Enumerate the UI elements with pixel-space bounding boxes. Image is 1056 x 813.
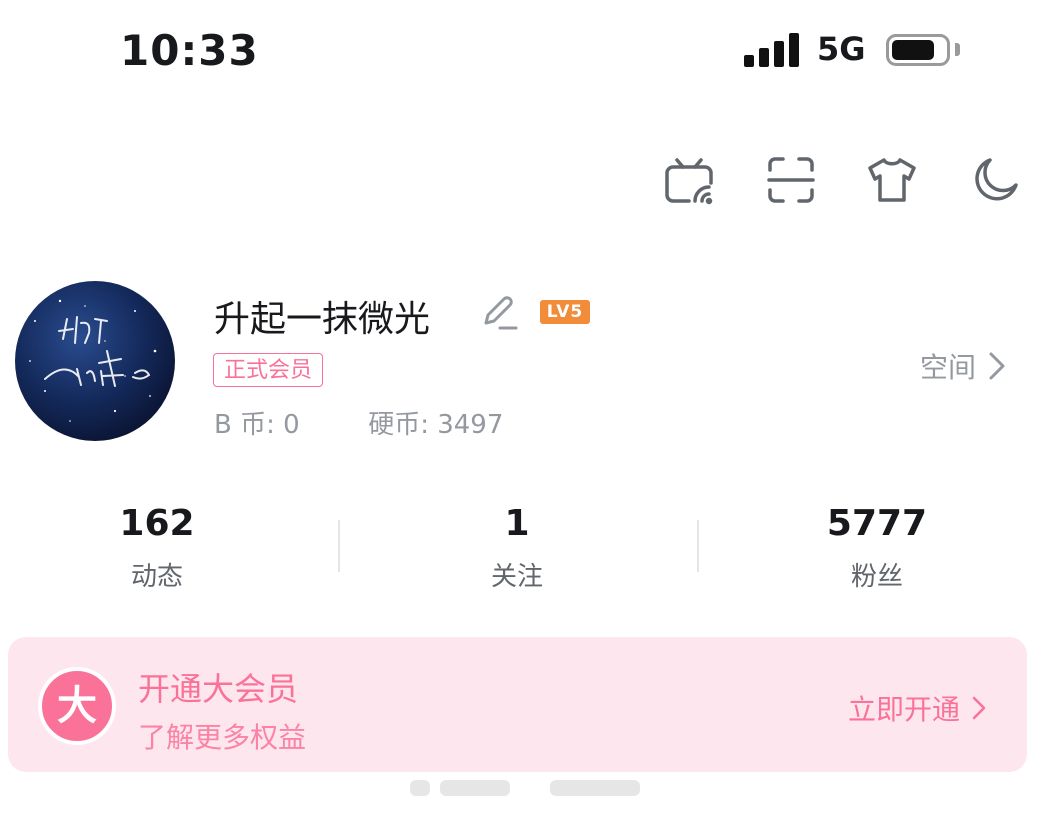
battery-icon [886,34,950,66]
username: 升起一抹微光 [214,299,431,340]
edit-icon[interactable] [480,292,520,332]
stat-value: 162 [119,503,195,544]
vip-open-label: 立即开通 [848,693,961,726]
night-mode-icon[interactable] [968,154,1020,206]
scan-icon[interactable] [765,154,817,206]
chevron-right-icon [972,696,986,720]
stat-value: 5777 [826,503,928,544]
tv-icon[interactable] [663,154,715,206]
level-badge: LV5 [540,300,590,324]
vip-status-tag: 正式会员 [213,353,324,387]
stat-value: 1 [504,503,530,544]
stat-followers[interactable]: 5777 粉丝 [797,503,957,593]
stat-label: 粉丝 [850,562,903,592]
stat-dynamics[interactable]: 162 动态 [77,503,237,593]
stat-divider [697,520,699,572]
b-coin-balance: B 币: 0 [214,410,300,440]
vip-badge-icon: 大 [38,667,116,745]
stat-following[interactable]: 1 关注 [437,503,597,593]
theme-shirt-icon[interactable] [866,154,918,206]
space-link-label: 空间 [920,351,977,384]
network-type: 5G [817,30,866,68]
stat-label: 关注 [490,562,543,592]
battery-tip [955,43,960,56]
vip-banner-title: 开通大会员 [138,670,299,708]
status-time: 10:33 [120,26,259,75]
coin-balances: B 币: 0 硬币: 3497 [214,404,503,441]
signal-icon [744,33,800,67]
stat-divider [338,520,340,572]
vip-open-button[interactable]: 立即开通 [848,688,988,728]
stat-label: 动态 [130,562,183,592]
avatar[interactable] [15,281,175,441]
vip-banner-subtitle: 了解更多权益 [138,721,307,754]
space-link[interactable]: 空间 [920,346,1008,386]
chevron-right-icon [989,352,1005,380]
hard-coin-balance: 硬币: 3497 [368,410,504,440]
watermark [410,772,650,802]
